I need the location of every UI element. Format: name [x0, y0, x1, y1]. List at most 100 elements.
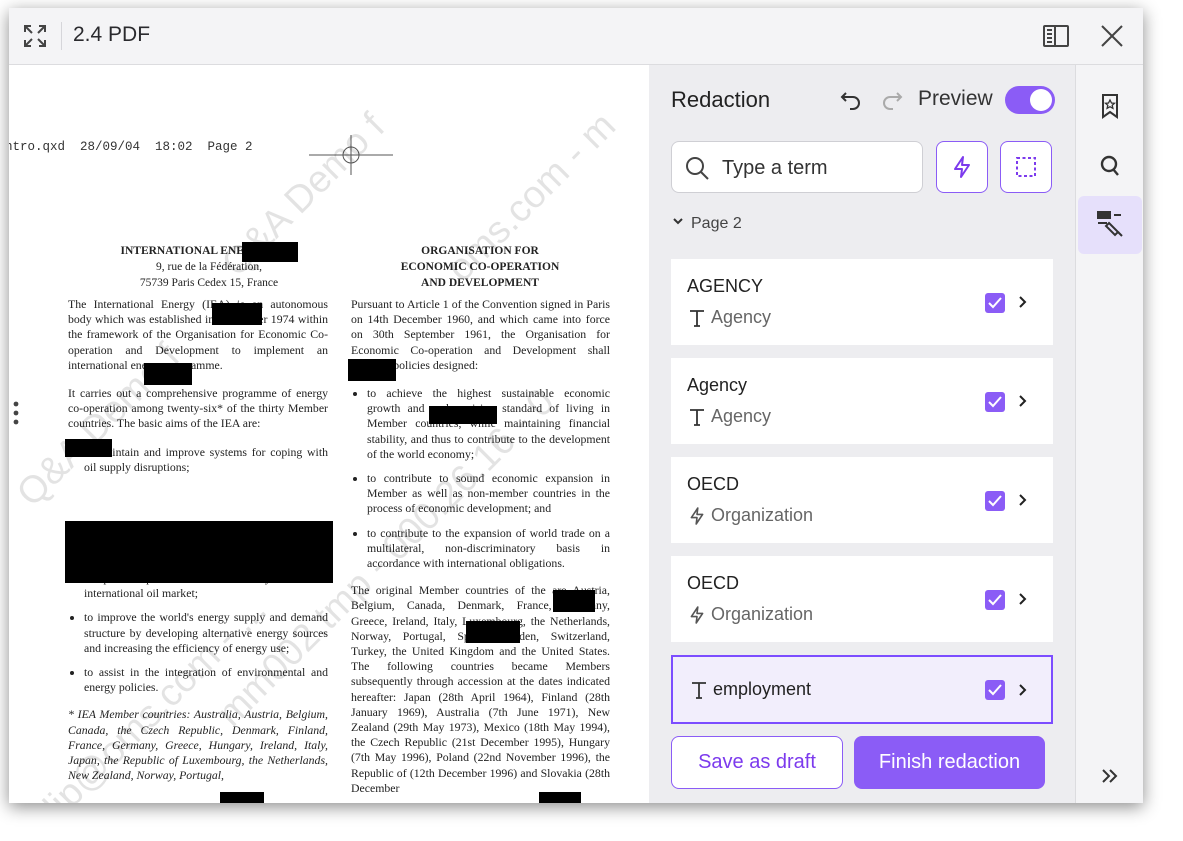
- redaction-panel: Redaction Preview Type a term Page 2 AGE…: [649, 65, 1075, 803]
- bookmark-icon: [1102, 94, 1118, 119]
- chevron-right-icon: [1019, 684, 1027, 696]
- item-checkbox[interactable]: [985, 293, 1005, 313]
- item-term: OECD: [687, 474, 740, 494]
- bolt-icon: [690, 605, 704, 624]
- tool-rail: [1075, 65, 1143, 803]
- item-checkbox[interactable]: [985, 392, 1005, 412]
- document-viewer[interactable]: ntro.qxd 28/09/04 18:02 Page 2 INTERNATI…: [9, 65, 648, 803]
- member-countries-paragraph: The original Member countries of the are…: [351, 583, 610, 795]
- check-icon: [988, 495, 1002, 507]
- fullscreen-button[interactable]: [17, 18, 53, 54]
- iea-aims-paragraph: It carries out a comprehensive programme…: [68, 386, 328, 431]
- item-type: Agency: [689, 307, 771, 328]
- text-icon: [690, 309, 704, 327]
- redaction-box[interactable]: [466, 621, 520, 643]
- title-bar: 2.4 PDF: [9, 8, 1143, 65]
- redaction-box[interactable]: [348, 359, 396, 381]
- close-button[interactable]: [1094, 18, 1130, 54]
- search-input[interactable]: [720, 154, 914, 182]
- item-checkbox[interactable]: [985, 491, 1005, 511]
- aim-bullet: to improve the world's energy supply and…: [84, 610, 328, 656]
- expand-icon: [24, 25, 46, 47]
- policy-bullet: to achieve the highest sustainable econo…: [367, 386, 610, 462]
- double-chevron-right-icon: [1102, 769, 1118, 783]
- page-group-label: Page 2: [691, 215, 742, 232]
- item-term: employment: [691, 679, 811, 700]
- redaction-item[interactable]: OECD Organization: [671, 556, 1053, 642]
- redaction-item[interactable]: Agency Agency: [671, 358, 1053, 444]
- collapse-page-button[interactable]: [671, 215, 685, 231]
- item-type: Organization: [689, 604, 813, 625]
- redaction-box[interactable]: [553, 590, 595, 612]
- area-select-icon: [1016, 157, 1036, 177]
- redaction-box[interactable]: [144, 363, 192, 385]
- policy-bullet: to contribute to the expansion of world …: [367, 526, 610, 572]
- search-text-icon: [1100, 155, 1119, 176]
- check-icon: [988, 297, 1002, 309]
- kebab-icon: [13, 401, 19, 425]
- redaction-item[interactable]: OECD Organization: [671, 457, 1053, 543]
- app-window: 2.4 PDF ntro.qxd 28/09/04 18:02 Page 2 I…: [9, 8, 1143, 803]
- check-icon: [988, 684, 1002, 696]
- collapse-panel-button[interactable]: [1078, 747, 1142, 803]
- page-drag-handle[interactable]: [12, 401, 20, 430]
- item-term: Agency: [687, 375, 748, 395]
- finish-redaction-button[interactable]: Finish redaction: [854, 736, 1045, 789]
- chevron-right-icon: [1019, 593, 1027, 605]
- search-panel-button[interactable]: [1078, 137, 1142, 195]
- item-term: AGENCY: [687, 276, 764, 296]
- redo-icon: [883, 92, 903, 110]
- text-icon: [690, 408, 704, 426]
- area-select-button[interactable]: [1000, 141, 1052, 193]
- item-checkbox[interactable]: [985, 590, 1005, 610]
- chevron-right-icon: [1019, 494, 1027, 506]
- title-separator: [61, 22, 62, 50]
- chevron-down-icon: [673, 218, 683, 225]
- bolt-icon: [690, 506, 704, 525]
- redaction-box[interactable]: [242, 242, 298, 262]
- check-icon: [988, 396, 1002, 408]
- item-expand-button[interactable]: [1016, 390, 1030, 412]
- member-footnote: * IEA Member countries: Australia, Austr…: [68, 707, 328, 783]
- search-icon: [686, 157, 709, 180]
- item-type: Agency: [689, 406, 771, 427]
- aim-bullet: to assist in the integration of environm…: [84, 665, 328, 695]
- iea-header: INTERNATIONAL ENERGY 9, rue de la Fédéra…: [120, 245, 279, 289]
- redaction-item-selected[interactable]: employment: [671, 655, 1053, 724]
- save-draft-button[interactable]: Save as draft: [671, 736, 843, 789]
- undo-button[interactable]: [840, 88, 862, 115]
- item-expand-button[interactable]: [1016, 588, 1030, 610]
- redaction-item[interactable]: AGENCY Agency: [671, 259, 1053, 345]
- bookmarks-button[interactable]: [1078, 77, 1142, 135]
- item-expand-button[interactable]: [1016, 679, 1030, 701]
- search-box[interactable]: [671, 141, 923, 193]
- chevron-right-icon: [1019, 296, 1027, 308]
- redaction-box[interactable]: [65, 521, 333, 583]
- item-expand-button[interactable]: [1016, 291, 1030, 313]
- iea-intro-paragraph: The International Energy (IEA) is an aut…: [68, 297, 328, 372]
- item-term: OECD: [687, 573, 740, 593]
- split-view-button[interactable]: [1038, 18, 1074, 54]
- preview-toggle[interactable]: [1005, 86, 1055, 114]
- redaction-box[interactable]: [429, 406, 497, 424]
- item-type: Organization: [689, 505, 813, 526]
- redaction-box[interactable]: [220, 792, 264, 803]
- close-icon: [1101, 25, 1123, 47]
- undo-icon: [840, 92, 860, 110]
- panel-title: Redaction: [671, 87, 771, 112]
- redaction-box[interactable]: [212, 303, 262, 325]
- redaction-box[interactable]: [65, 439, 112, 457]
- document-title: 2.4 PDF: [73, 23, 151, 46]
- item-checkbox[interactable]: [985, 680, 1005, 700]
- aim-bullet: to maintain and improve systems for copi…: [84, 445, 328, 475]
- redaction-tool-button[interactable]: [1078, 196, 1142, 254]
- check-icon: [988, 594, 1002, 606]
- auto-redact-button[interactable]: [936, 141, 988, 193]
- file-info-line: ntro.qxd 28/09/04 18:02 Page 2: [9, 140, 253, 154]
- split-view-icon: [1043, 25, 1069, 47]
- redact-icon: [1097, 211, 1123, 237]
- chevron-right-icon: [1019, 395, 1027, 407]
- redaction-box[interactable]: [539, 792, 581, 803]
- redo-button[interactable]: [881, 88, 903, 115]
- item-expand-button[interactable]: [1016, 489, 1030, 511]
